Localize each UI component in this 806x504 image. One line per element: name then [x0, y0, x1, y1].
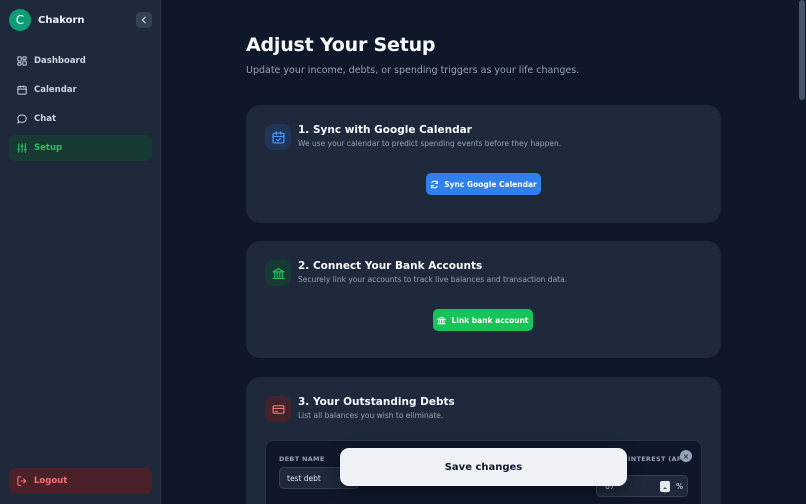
save-label: Save changes	[444, 461, 523, 473]
sidebar-item-dashboard[interactable]: Dashboard	[9, 48, 152, 74]
page-title: Adjust Your Setup	[246, 34, 436, 56]
sync-google-calendar-button[interactable]: Sync Google Calendar	[426, 173, 541, 195]
section-description: We use your calendar to predict spending…	[298, 139, 562, 148]
debt-name-label: DEBT NAME	[279, 455, 325, 463]
calendar-check-icon	[271, 130, 285, 144]
sidebar-item-calendar[interactable]: Calendar	[9, 77, 152, 103]
grid-icon	[17, 56, 27, 66]
chat-bubble-icon	[17, 114, 27, 124]
bank-icon	[271, 267, 285, 279]
sidebar: C Chakorn Dashboard Calendar Chat Setup …	[0, 0, 161, 504]
calendar-sync-card: 1. Sync with Google Calendar We use your…	[246, 105, 721, 223]
section-title: 3. Your Outstanding Debts	[298, 396, 455, 408]
card-icon-wrapper	[265, 396, 291, 422]
sidebar-nav: Dashboard Calendar Chat Setup	[9, 48, 152, 164]
sidebar-item-chat[interactable]: Chat	[9, 106, 152, 132]
brand-name: Chakorn	[38, 14, 85, 26]
page-scrollbar[interactable]	[799, 0, 805, 100]
sidebar-item-setup[interactable]: Setup	[9, 135, 152, 161]
sidebar-item-label: Chat	[34, 114, 57, 124]
logout-button[interactable]: Logout	[9, 468, 152, 494]
remove-debt-button[interactable]: ×	[680, 450, 692, 462]
brand: C Chakorn	[9, 9, 85, 31]
button-label: Link bank account	[451, 315, 529, 325]
stepper-arrows-icon	[663, 487, 667, 494]
section-title: 2. Connect Your Bank Accounts	[298, 260, 483, 272]
bank-connect-card: 2. Connect Your Bank Accounts Securely l…	[246, 241, 721, 358]
chevron-left-icon	[141, 16, 146, 24]
save-changes-button[interactable]: Save changes	[340, 448, 627, 486]
avatar[interactable]: C	[9, 9, 31, 31]
logout-icon	[17, 476, 27, 486]
collapse-sidebar-button[interactable]	[136, 12, 152, 28]
card-icon-wrapper	[265, 124, 291, 150]
section-description: Securely link your accounts to track liv…	[298, 275, 568, 284]
interest-unit: %	[676, 482, 684, 491]
interest-stepper[interactable]	[660, 481, 670, 494]
close-icon: ×	[682, 451, 690, 461]
bank-icon	[437, 316, 447, 324]
sidebar-item-label: Setup	[34, 143, 63, 153]
calendar-icon	[17, 85, 27, 95]
section-title: 1. Sync with Google Calendar	[298, 124, 472, 136]
button-label: Sync Google Calendar	[444, 179, 537, 189]
interest-label: INTEREST (APR	[628, 455, 688, 463]
link-bank-account-button[interactable]: Link bank account	[433, 309, 533, 331]
refresh-icon	[431, 180, 439, 188]
sidebar-item-label: Calendar	[34, 85, 77, 95]
page-subtitle: Update your income, debts, or spending t…	[246, 65, 580, 76]
logout-label: Logout	[34, 476, 68, 486]
sidebar-item-label: Dashboard	[34, 56, 86, 66]
section-description: List all balances you wish to eliminate.	[298, 411, 444, 420]
card-icon-wrapper	[265, 260, 291, 286]
sliders-icon	[17, 143, 27, 153]
credit-card-icon	[271, 404, 285, 414]
